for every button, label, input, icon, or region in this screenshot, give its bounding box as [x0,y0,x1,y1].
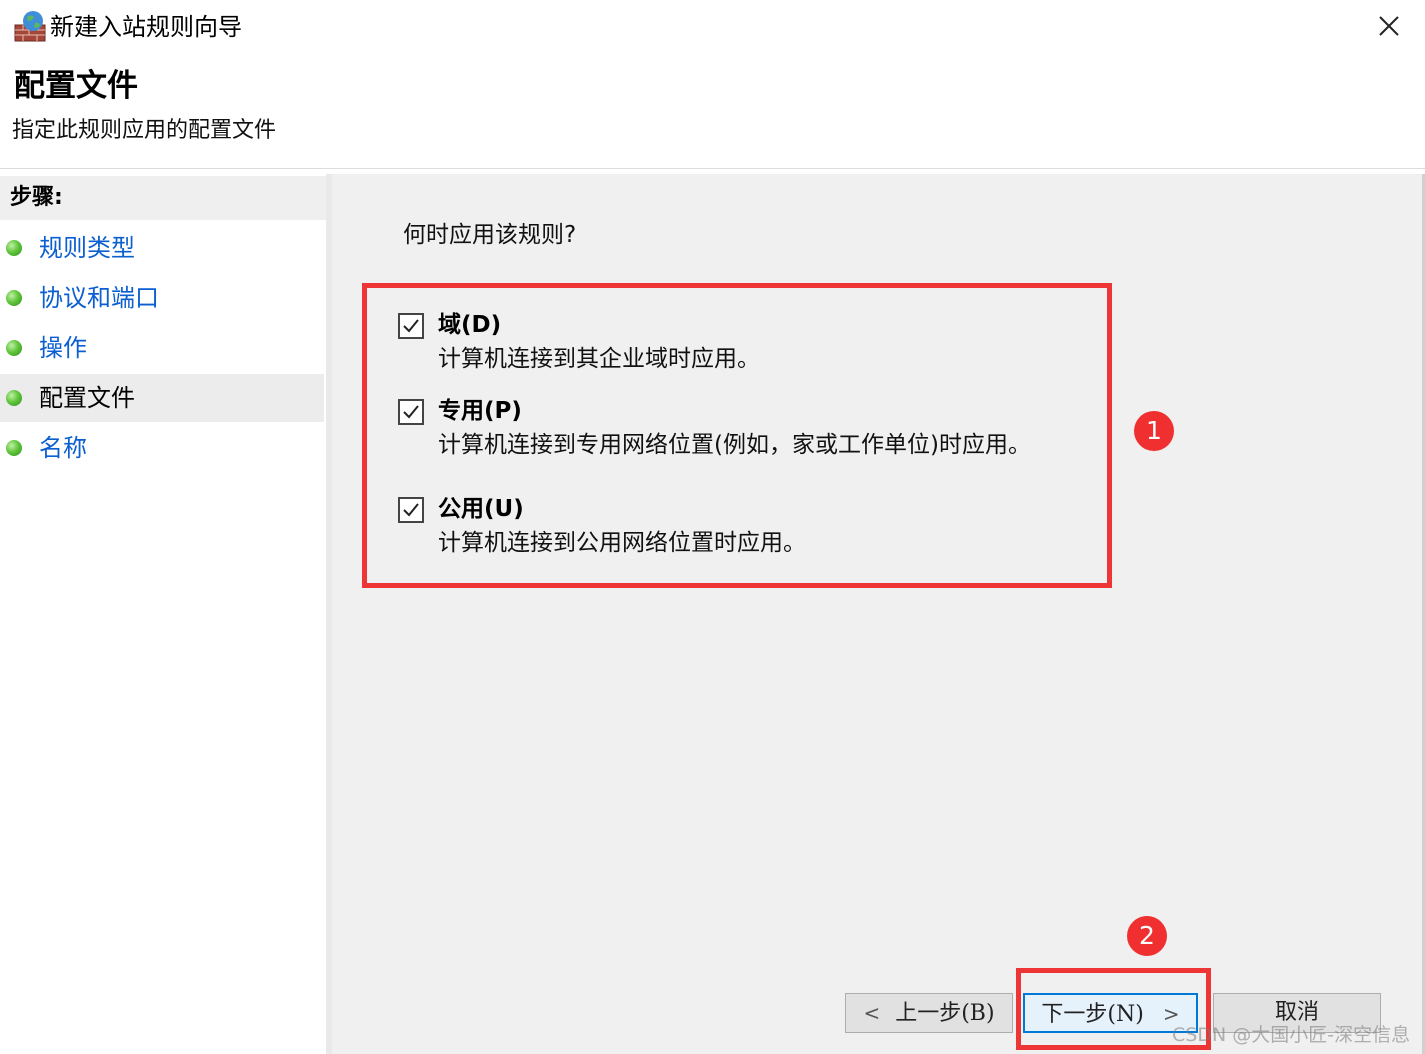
back-button[interactable]: < 上一步(B) [845,993,1013,1033]
title-bar: 新建入站规则向导 [0,0,1425,56]
step-label[interactable]: 操作 [39,331,87,365]
step-label[interactable]: 名称 [39,431,87,465]
step-protocol-ports[interactable]: 协议和端口 [0,274,324,322]
window-title: 新建入站规则向导 [50,13,242,41]
question-text: 何时应用该规则? [403,222,577,248]
header-divider [0,168,1425,169]
annotation-box-options [362,283,1112,588]
step-profile: 配置文件 [0,374,324,422]
close-button[interactable] [1366,6,1412,46]
step-action[interactable]: 操作 [0,324,324,372]
step-label[interactable]: 规则类型 [39,231,135,265]
page-subtitle: 指定此规则应用的配置文件 [12,118,277,143]
annotation-marker-2: 2 [1127,916,1167,956]
green-dot-icon [6,440,22,456]
green-dot-icon [6,390,22,406]
step-label[interactable]: 协议和端口 [39,281,159,315]
back-button-label: 上一步(B) [895,1001,995,1026]
firewall-icon [13,9,47,43]
green-dot-icon [6,340,22,356]
watermark: CSDN @大国小匠-深空信息 [1172,1024,1411,1046]
green-dot-icon [6,240,22,256]
chevron-left-icon: < [863,1001,881,1025]
annotation-marker-1: 1 [1134,411,1174,451]
steps-label: 步骤: [10,185,63,210]
step-rule-type[interactable]: 规则类型 [0,224,324,272]
close-icon [1379,16,1399,36]
step-name[interactable]: 名称 [0,424,324,472]
page-title: 配置文件 [14,68,138,104]
step-label: 配置文件 [39,384,135,412]
green-dot-icon [6,290,22,306]
